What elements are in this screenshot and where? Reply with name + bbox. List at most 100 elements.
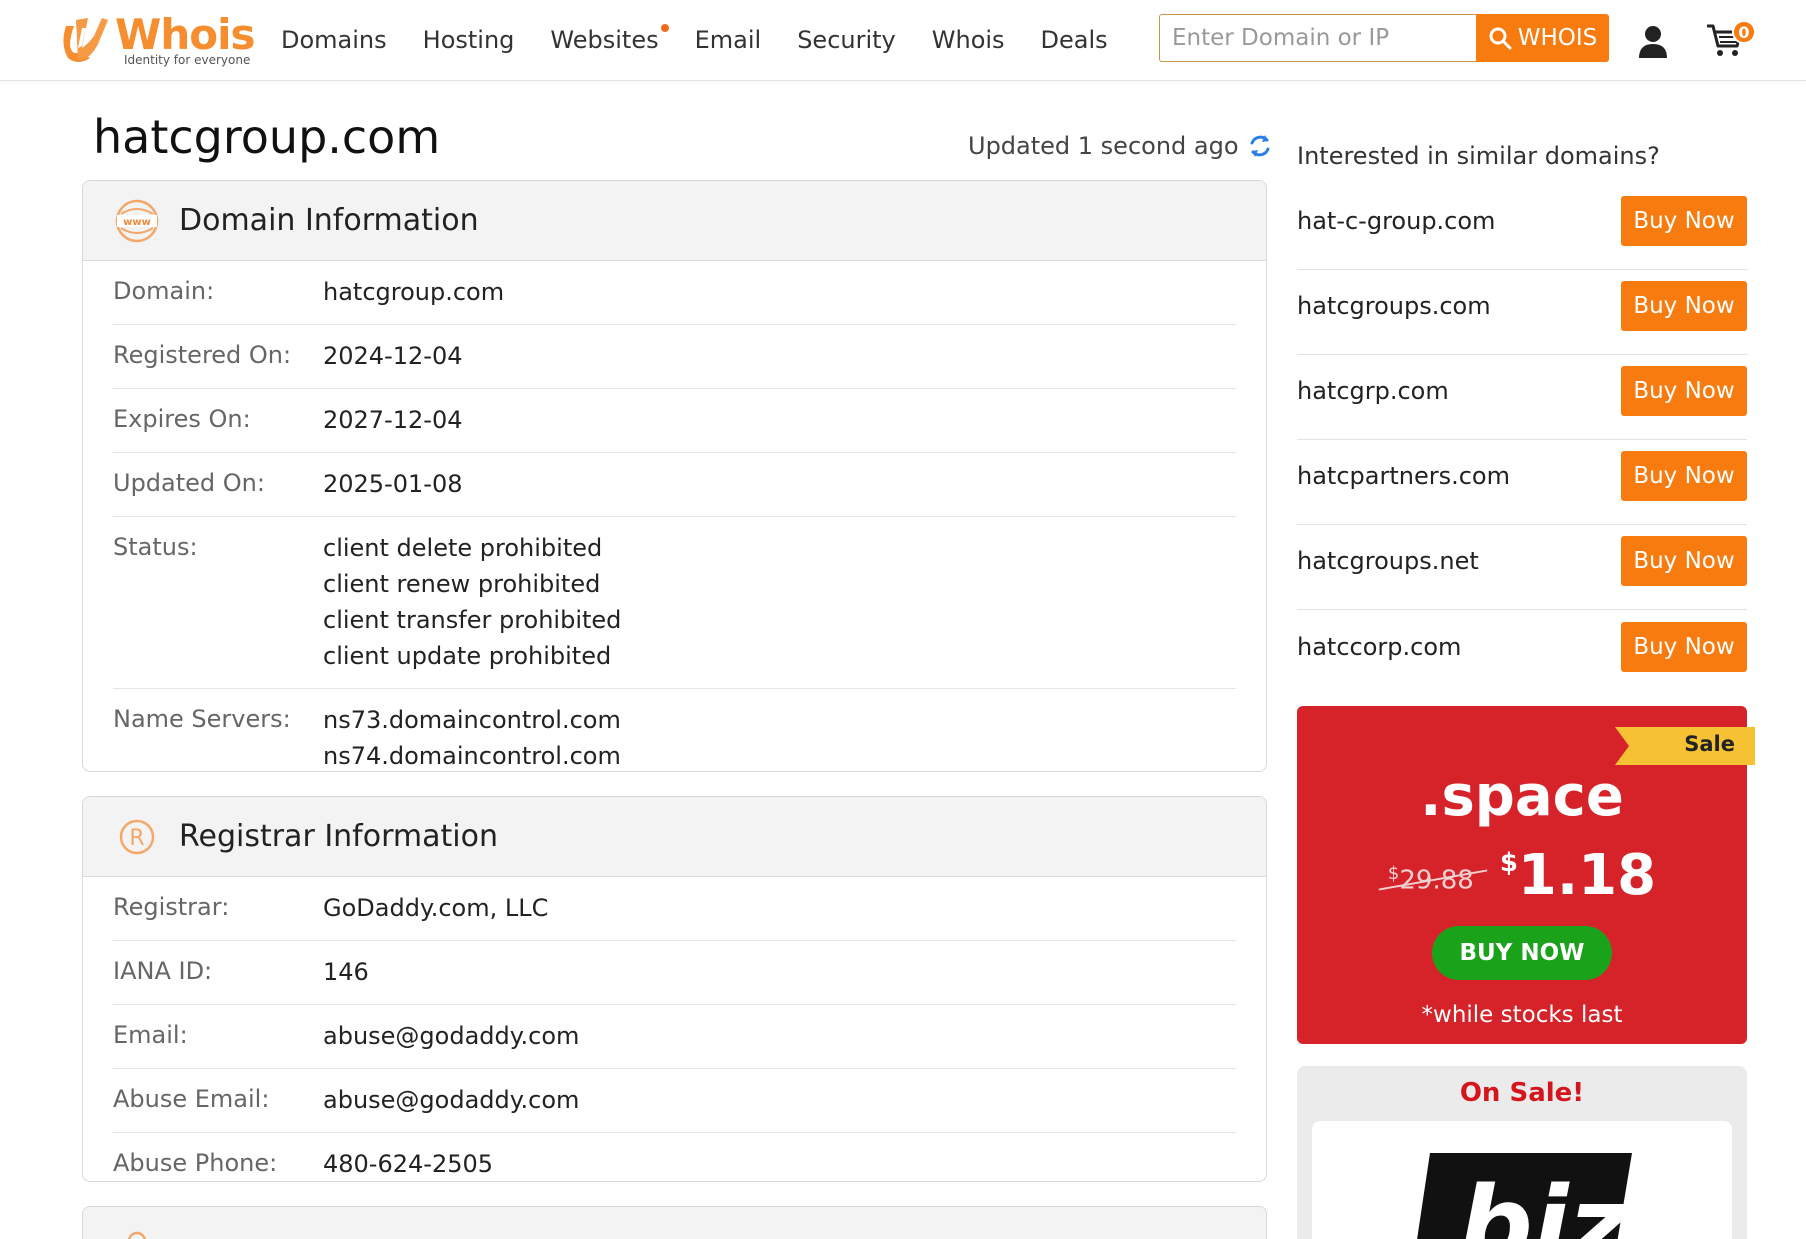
nav-whois[interactable]: Whois [932,26,1005,54]
domain-information-card: www Domain Information Domain: hatcgroup.… [82,180,1267,772]
refresh-icon[interactable] [1247,133,1273,159]
domain-information-title: Domain Information [179,203,479,238]
info-row-status: Status: client delete prohibited client re… [113,517,1236,689]
whois-logo[interactable]: Whois Identity for everyone [58,12,255,68]
registrant-contact-header [83,1207,1266,1239]
nav-hosting[interactable]: Hosting [423,26,515,54]
info-value-line: 2025-01-08 [323,470,463,498]
info-value: 146 [323,954,369,990]
promo-tld: .space [1420,764,1624,829]
info-value: 2027-12-04 [323,402,462,438]
logo-wordmark: Whois [115,10,255,59]
similar-domain-name[interactable]: hatcgroups.com [1297,292,1491,320]
similar-domain-name[interactable]: hatccorp.com [1297,633,1461,661]
info-value: GoDaddy.com, LLC [323,890,548,926]
info-row-registered-on: Registered On: 2024-12-04 [113,325,1236,389]
info-row-expires-on: Expires On: 2027-12-04 [113,389,1236,453]
buy-now-button[interactable]: Buy Now [1621,451,1747,501]
nav-security[interactable]: Security [797,26,896,54]
nav-websites-label: Websites [550,26,659,54]
space-promo-banner[interactable]: Sale .space $29.88 $1.18 BUY NOW *while … [1297,706,1755,1044]
buy-now-button[interactable]: Buy Now [1621,366,1747,416]
registrar-information-header: R Registrar Information [83,797,1266,877]
info-value-line: 2027-12-04 [323,406,463,434]
info-row-name-servers: Name Servers: ns73.domaincontrol.com ns74.… [113,689,1236,771]
on-sale-card[interactable]: .biz [1312,1121,1732,1239]
info-row-iana-id: IANA ID: 146 [113,941,1236,1005]
nav-deals[interactable]: Deals [1041,26,1108,54]
promo-buy-now-button[interactable]: BUY NOW [1432,926,1612,980]
buy-now-button[interactable]: Buy Now [1621,621,1747,672]
updated-text: Updated 1 second ago [968,132,1239,160]
info-row-abuse-email: Abuse Email: abuse@godaddy.com [113,1069,1236,1133]
cart-count-badge: 0 [1732,20,1756,44]
info-row-updated-on: Updated On: 2025-01-08 [113,453,1236,517]
search-icon [1489,27,1512,50]
updated-status: Updated 1 second ago [968,132,1273,160]
top-navigation-bar: Whois Identity for everyone Domains Host… [0,0,1806,81]
on-sale-panel: On Sale! .biz [1297,1066,1747,1239]
svg-text:www: www [123,217,151,228]
svg-text:.biz: .biz [1419,1164,1630,1239]
info-value: client delete prohibited client renew pro… [323,530,621,674]
main-nav: Domains Hosting Websites Email Security … [281,0,1144,80]
domain-information-rows: Domain: hatcgroup.com Registered On: 2024-1… [83,261,1266,771]
similar-domain-name[interactable]: hatcgroups.net [1297,547,1479,575]
similar-domain-name[interactable]: hatcpartners.com [1297,462,1510,490]
info-label: Expires On: [113,405,251,433]
similar-domain-item: hatcgroups.net Buy Now [1297,525,1747,610]
similar-domains-list: hat-c-group.com Buy Now hatcgroups.com Buy … [1297,185,1747,695]
info-value-line: client delete prohibited [323,534,603,562]
info-value: ns73.domaincontrol.com ns74.domaincontrol… [323,702,621,771]
similar-domain-name[interactable]: hat-c-group.com [1297,207,1495,235]
registered-mark-icon: R [119,819,155,854]
info-row-domain: Domain: hatcgroup.com [113,261,1236,325]
promo-new-price: $1.18 [1499,843,1657,908]
registrant-contact-card [82,1206,1267,1239]
info-value-line: 480-624-2505 [323,1150,494,1178]
info-label: Email: [113,1021,188,1049]
promo-stock-note: *while stocks last [1421,1002,1623,1028]
info-label: Status: [113,533,198,561]
info-row-abuse-phone: Abuse Phone: 480-624-2505 [113,1133,1236,1181]
registrar-information-card: R Registrar Information Registrar: GoDadd… [82,796,1267,1182]
info-value-line: GoDaddy.com, LLC [323,894,549,922]
nav-websites[interactable]: Websites [550,24,669,54]
logo-tagline: Identity for everyone [124,53,251,67]
new-indicator-dot [660,24,669,32]
registrar-information-title: Registrar Information [179,819,498,854]
domain-search-input[interactable]: Enter Domain or IP [1159,14,1477,62]
contact-person-icon [127,1231,147,1239]
info-label: Name Servers: [113,705,291,733]
similar-domains-title: Interested in similar domains? [1297,142,1660,170]
info-label: IANA ID: [113,957,213,985]
info-value: 2024-12-04 [323,338,462,374]
buy-now-button[interactable]: Buy Now [1621,536,1747,586]
similar-domain-item: hatccorp.com Buy Now [1297,610,1747,695]
info-value: 480-624-2505 [323,1146,494,1181]
info-label: Domain: [113,277,215,305]
info-value-line: abuse@godaddy.com [323,1022,580,1050]
buy-now-button[interactable]: Buy Now [1621,196,1747,246]
info-value: abuse@godaddy.com [323,1018,579,1054]
registrar-information-rows: Registrar: GoDaddy.com, LLC IANA ID: 146 Ema… [83,877,1266,1181]
svg-text:R: R [129,826,144,851]
whois-search-label: WHOIS [1517,25,1598,51]
on-sale-title: On Sale! [1459,1078,1585,1108]
logo-mark-icon [63,18,108,62]
info-value-line: abuse@godaddy.com [323,1086,580,1114]
user-account-icon[interactable] [1637,24,1669,58]
info-row-email: Email: abuse@godaddy.com [113,1005,1236,1069]
nav-email[interactable]: Email [695,26,762,54]
info-value: hatcgroup.com [323,274,504,310]
info-value-line: 2024-12-04 [323,342,463,370]
similar-domain-item: hat-c-group.com Buy Now [1297,185,1747,270]
whois-search-button[interactable]: WHOIS [1476,14,1609,62]
info-label: Registered On: [113,341,292,369]
buy-now-button[interactable]: Buy Now [1621,281,1747,331]
similar-domain-name[interactable]: hatcgrp.com [1297,377,1449,405]
info-label: Updated On: [113,469,265,497]
nav-domains[interactable]: Domains [281,26,387,54]
info-value: abuse@godaddy.com [323,1082,579,1118]
page-title: hatcgroup.com [93,110,441,164]
